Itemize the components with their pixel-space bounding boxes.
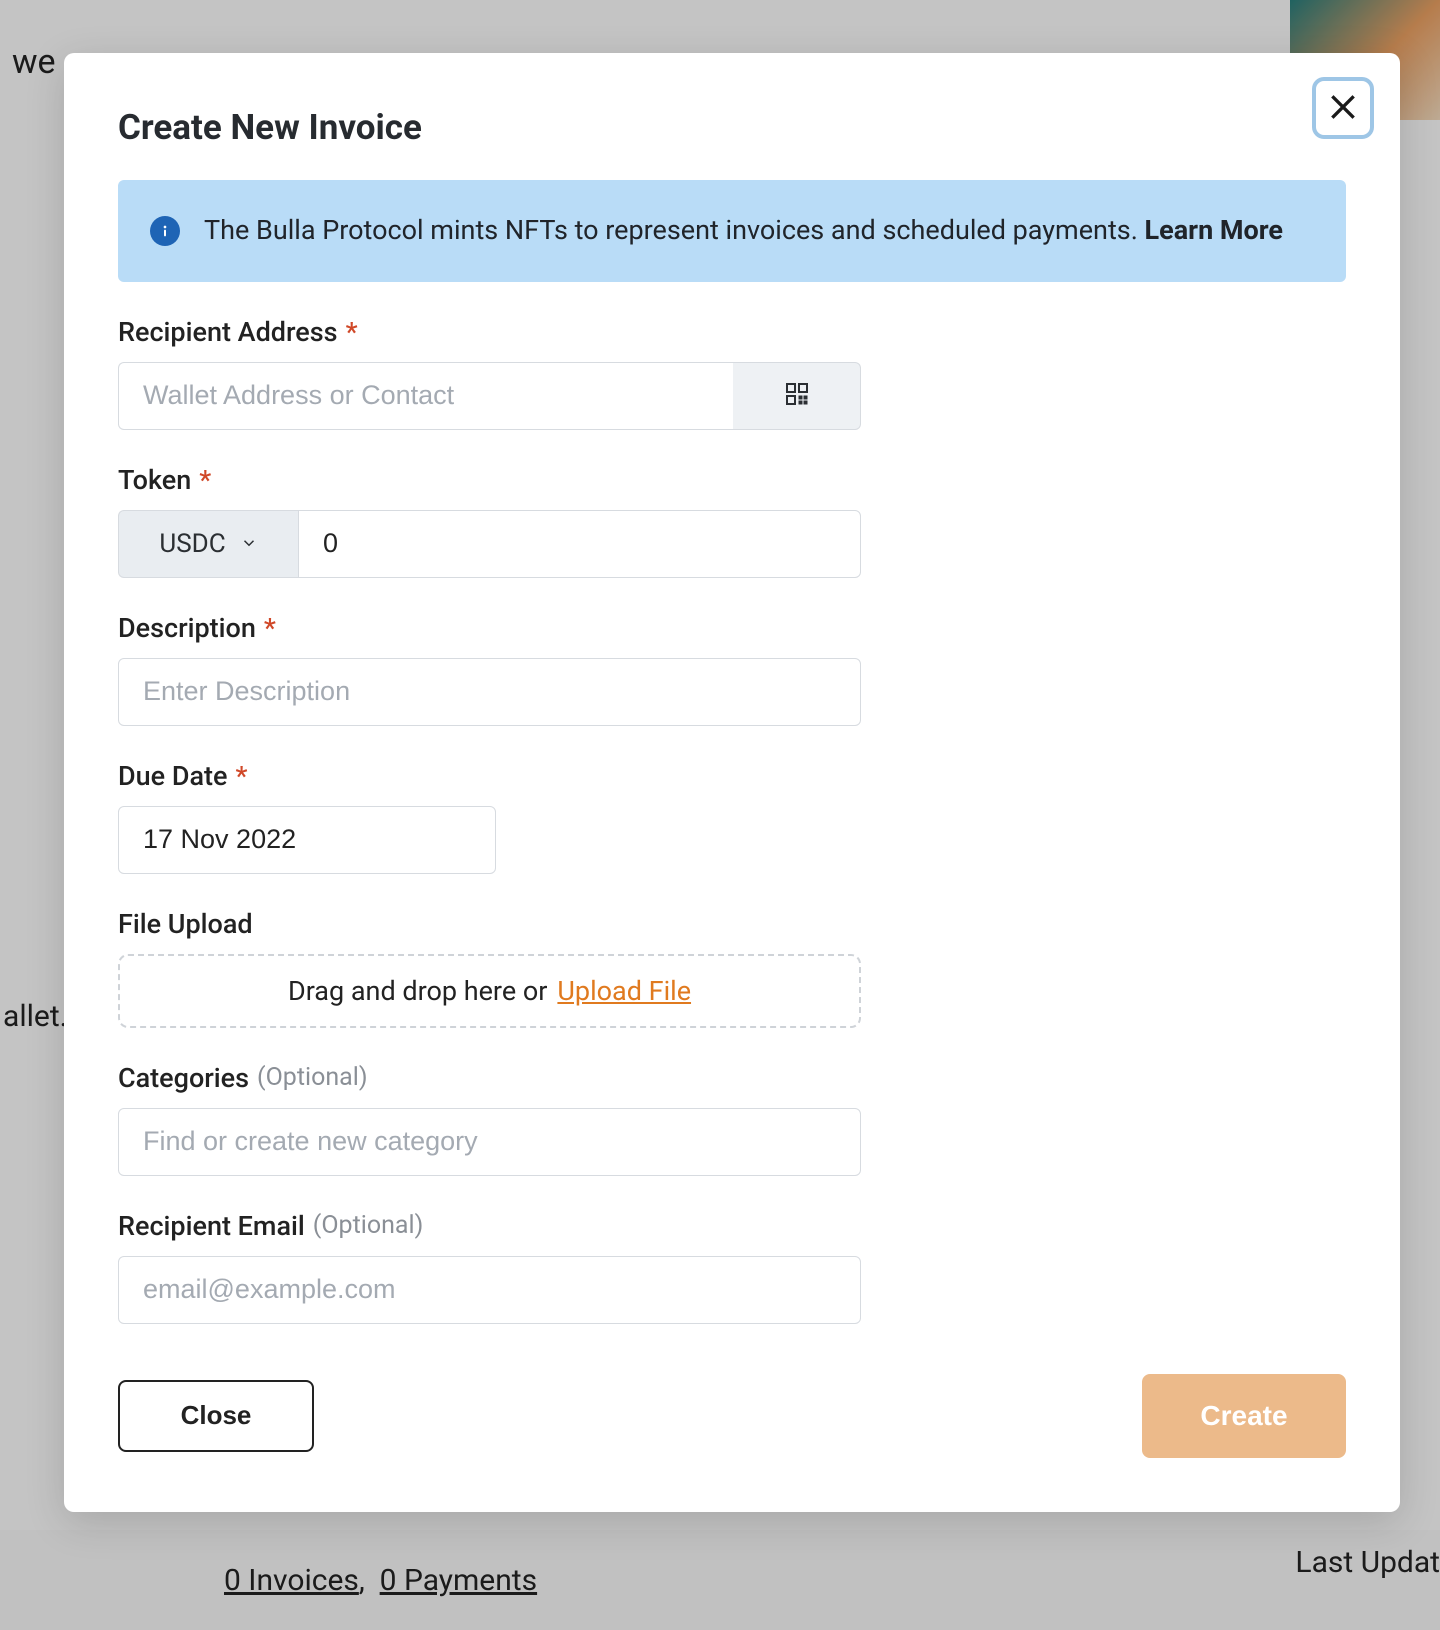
- learn-more-link[interactable]: Learn More: [1145, 214, 1283, 246]
- qr-icon: [785, 382, 809, 409]
- info-message: The Bulla Protocol mints NFTs to represe…: [204, 214, 1145, 246]
- token-amount-input[interactable]: [298, 510, 861, 578]
- token-select-value: USDC: [159, 529, 225, 559]
- due-date-label: Due Date: [118, 760, 227, 792]
- recipient-email-label: Recipient Email: [118, 1210, 305, 1242]
- info-text: The Bulla Protocol mints NFTs to represe…: [204, 210, 1283, 252]
- description-label: Description: [118, 612, 256, 644]
- file-upload-label: File Upload: [118, 908, 253, 940]
- create-invoice-modal: Create New Invoice The Bulla Protocol mi…: [64, 53, 1400, 1512]
- recipient-email-input[interactable]: [118, 1256, 861, 1324]
- optional-hint: (Optional): [313, 1211, 424, 1240]
- required-asterisk: *: [199, 464, 211, 496]
- token-select[interactable]: USDC: [118, 510, 298, 578]
- info-banner: The Bulla Protocol mints NFTs to represe…: [118, 180, 1346, 282]
- due-date-input[interactable]: [118, 806, 496, 874]
- close-icon: [1327, 91, 1359, 126]
- description-input[interactable]: [118, 658, 861, 726]
- recipient-label: Recipient Address: [118, 316, 338, 348]
- drag-drop-text: Drag and drop here or: [288, 975, 547, 1007]
- upload-file-link[interactable]: Upload File: [557, 975, 691, 1007]
- required-asterisk: *: [264, 612, 276, 644]
- create-button[interactable]: Create: [1142, 1374, 1346, 1458]
- info-icon: [150, 216, 180, 246]
- required-asterisk: *: [235, 760, 247, 792]
- qr-scan-button[interactable]: [733, 362, 861, 430]
- close-modal-button[interactable]: [1312, 77, 1374, 139]
- file-upload-dropzone[interactable]: Drag and drop here or Upload File: [118, 954, 861, 1028]
- close-button[interactable]: Close: [118, 1380, 314, 1452]
- token-label: Token: [118, 464, 191, 496]
- chevron-down-icon: [240, 529, 258, 559]
- recipient-address-input[interactable]: [118, 362, 733, 430]
- optional-hint: (Optional): [257, 1063, 368, 1092]
- categories-input[interactable]: [118, 1108, 861, 1176]
- modal-title: Create New Invoice: [118, 107, 422, 148]
- categories-label: Categories: [118, 1062, 249, 1094]
- required-asterisk: *: [346, 316, 358, 348]
